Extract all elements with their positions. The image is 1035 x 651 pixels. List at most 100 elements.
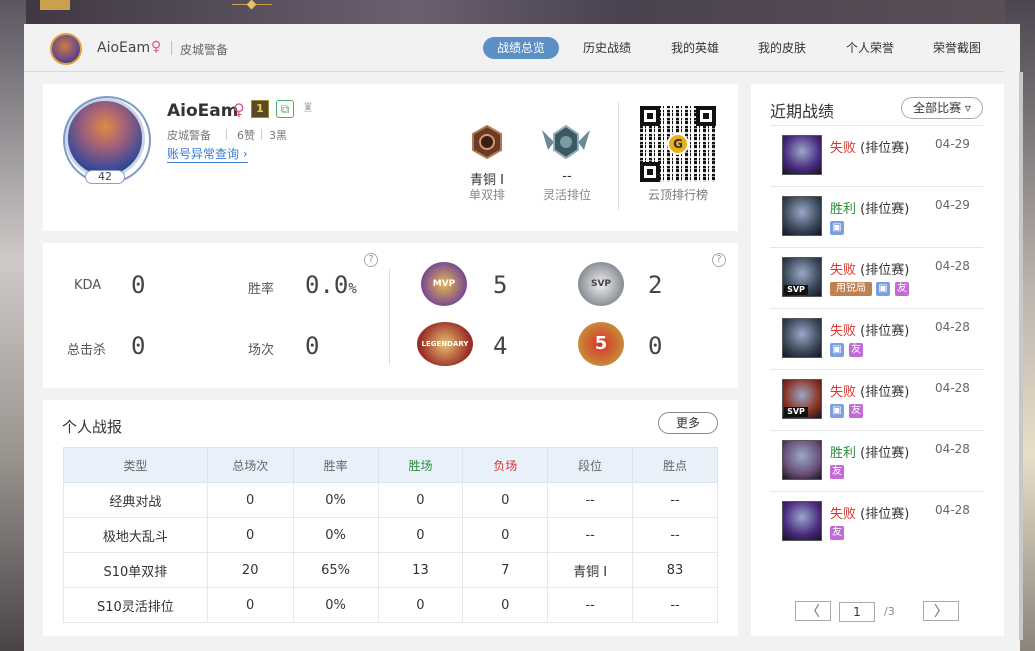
list-item[interactable]: SVP 失败 (排位赛) 04-28 ▣ 友 [770, 369, 983, 430]
feature-badge[interactable]: 用锐局 [830, 282, 872, 296]
more-button[interactable]: 更多 [658, 412, 718, 434]
col-lp: 胜点 [632, 447, 718, 483]
server-name: 皮城警备 [180, 43, 229, 57]
penta-kill-count: 0 [648, 332, 663, 360]
next-page-button[interactable]: 〉 [923, 601, 959, 621]
list-item[interactable]: 失败 (排位赛) 04-29 [770, 125, 983, 186]
result-label: 胜利 [830, 446, 857, 461]
legendary-count: 4 [493, 332, 508, 360]
hero-portrait[interactable] [782, 318, 822, 358]
scrollbar[interactable] [1019, 72, 1023, 640]
female-icon: ♀ [151, 39, 162, 55]
games-value: 0 [305, 332, 320, 360]
mode-label: (排位赛) [860, 202, 910, 217]
legendary-medal-icon: LEGENDARY [417, 322, 473, 366]
prev-page-button[interactable]: 〈 [795, 601, 831, 621]
trophy-icon[interactable]: ♜ [299, 100, 317, 118]
mvp-count: 5 [493, 271, 508, 299]
list-item[interactable]: 失败 (排位赛) 04-28 友 [770, 491, 983, 552]
screenshot-icon[interactable]: ▣ [876, 282, 890, 296]
logo [40, 0, 70, 10]
copy-icon[interactable]: ⧉ [276, 100, 294, 118]
help-icon[interactable]: ? [712, 253, 726, 267]
mode-label: (排位赛) [860, 263, 910, 278]
banner-ornament [232, 4, 272, 12]
table-header-row: 类型 总场次 胜率 胜场 负场 段位 胜点 [63, 447, 718, 483]
report-card: 个人战报 更多 类型 总场次 胜率 胜场 负场 段位 胜点 经典对战 0 0% 0 0-… [43, 400, 738, 636]
tab-history[interactable]: 历史战绩 [579, 37, 635, 59]
cell: -- [547, 587, 634, 623]
avatar[interactable] [50, 33, 82, 65]
friend-badge[interactable]: 友 [895, 282, 909, 296]
penta-kill-medal-icon: 5 [578, 322, 624, 366]
divider [171, 41, 172, 55]
mode-label: (排位赛) [860, 507, 910, 522]
tab-screenshots[interactable]: 荣誉截图 [929, 37, 985, 59]
cell: 0 [462, 517, 549, 553]
games-label: 场次 [248, 343, 275, 358]
chevron-down-icon: ▿ [964, 101, 971, 115]
list-item[interactable]: 胜利 (排位赛) 04-28 友 [770, 430, 983, 491]
divider [226, 129, 227, 140]
mode-label: (排位赛) [860, 385, 910, 400]
solo-rank-queue: 单双排 [468, 188, 505, 202]
screenshot-icon[interactable]: ▣ [830, 343, 844, 357]
table-row: 经典对战 0 0% 0 0 -- -- [63, 482, 718, 518]
help-icon[interactable]: ? [364, 253, 378, 267]
screenshot-icon[interactable]: ▣ [830, 404, 844, 418]
match-filter-dropdown[interactable]: 全部比赛 ▿ [901, 97, 983, 119]
list-item[interactable]: 失败 (排位赛) 04-28 ▣ 友 [770, 308, 983, 369]
hero-portrait[interactable]: SVP [782, 379, 822, 419]
hero-portrait[interactable] [782, 135, 822, 175]
cell: 青铜 Ⅰ [547, 552, 634, 588]
screenshot-icon[interactable]: ▣ [830, 221, 844, 235]
profile-avatar[interactable] [63, 96, 151, 184]
account-check-label: 账号异常查询 [167, 147, 240, 161]
col-type: 类型 [63, 447, 208, 483]
hero-portrait[interactable] [782, 501, 822, 541]
match-date: 04-28 [935, 259, 970, 273]
cell: 0% [292, 482, 379, 518]
friend-badge[interactable]: 友 [830, 465, 844, 479]
tab-honors[interactable]: 个人荣誉 [842, 37, 898, 59]
bronze-rank-icon [472, 124, 502, 160]
hero-portrait[interactable] [782, 196, 822, 236]
col-wins: 胜场 [377, 447, 464, 483]
mode-label: (排位赛) [860, 324, 910, 339]
tab-heroes[interactable]: 我的英雄 [667, 37, 723, 59]
tab-overview[interactable]: 战绩总览 [483, 37, 559, 59]
match-date: 04-28 [935, 320, 970, 334]
divider [618, 102, 619, 210]
svp-badge: SVP [784, 285, 808, 295]
divider [261, 129, 262, 140]
match-result: 失败 (排位赛) [830, 381, 909, 400]
winrate-number: 0.0 [305, 271, 349, 299]
tab-skins[interactable]: 我的皮肤 [754, 37, 810, 59]
profile-card: 42 AioEam ♀ 1 ⧉ ♜ 皮城警备 6赞 3黑 账号异常查询 › 青铜… [43, 84, 738, 231]
hero-portrait[interactable]: SVP [782, 257, 822, 297]
cell: 20 [206, 552, 294, 588]
list-item[interactable]: 胜利 (排位赛) 04-29 ▣ [770, 186, 983, 247]
friend-badge[interactable]: 友 [830, 526, 844, 540]
hero-portrait[interactable] [782, 440, 822, 480]
table-row: 极地大乱斗 0 0% 0 0 -- -- [63, 517, 718, 553]
profile-server: 皮城警备 [167, 129, 211, 142]
match-result: 失败 (排位赛) [830, 137, 909, 156]
list-item[interactable]: SVP 失败 (排位赛) 04-28 用锐局 ▣ 友 [770, 247, 983, 308]
cell: S10灵活排位 [63, 587, 208, 623]
svp-count: 2 [648, 271, 663, 299]
match-result: 胜利 (排位赛) [830, 198, 909, 217]
stats-card: KDA 0 胜率 0.0% 总击杀 0 场次 0 ? MVP 5 SVP 2 L… [43, 243, 738, 388]
account-check-link[interactable]: 账号异常查询 › [167, 146, 248, 163]
cell: 0% [292, 587, 379, 623]
blacks-count: 3黑 [269, 129, 287, 142]
result-label: 失败 [830, 385, 857, 400]
col-losses: 负场 [462, 447, 549, 483]
qr-finder [640, 162, 660, 182]
profile-name: AioEam [167, 101, 239, 121]
cell: -- [632, 587, 718, 623]
cell: -- [632, 517, 718, 553]
page-input[interactable]: 1 [839, 602, 875, 622]
friend-badge[interactable]: 友 [849, 404, 863, 418]
friend-badge[interactable]: 友 [849, 343, 863, 357]
